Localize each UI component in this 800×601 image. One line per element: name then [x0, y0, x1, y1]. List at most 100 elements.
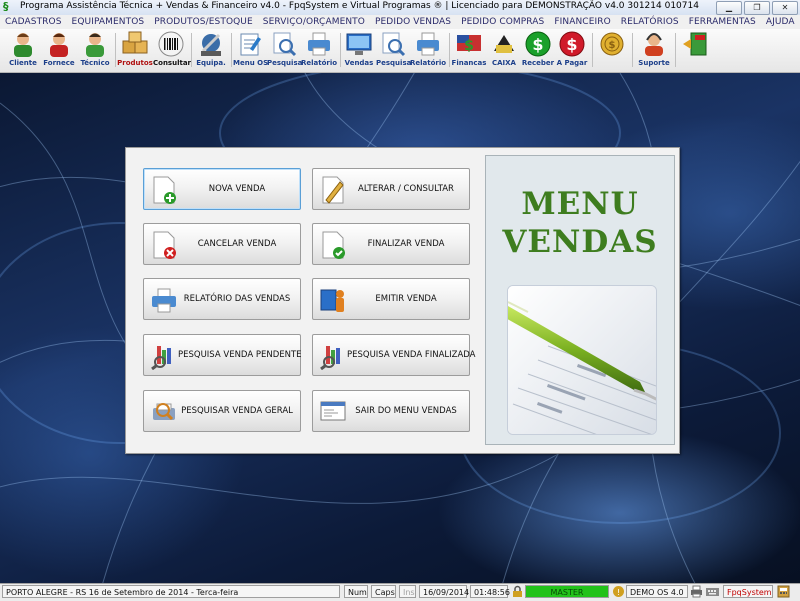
toolbar-financas-button[interactable]: $ Financas: [451, 31, 487, 70]
menu-pedido-vendas[interactable]: PEDIDO VENDAS: [370, 15, 456, 29]
exit-icon: [681, 31, 709, 57]
pesquisa-venda-finalizada-button[interactable]: PESQUISA VENDA FINALIZADA: [312, 334, 476, 376]
menu-financeiro[interactable]: FINANCEIRO: [549, 15, 615, 29]
toolbar-consultar-button[interactable]: Consultar: [153, 31, 192, 70]
menu-servico-orcamento[interactable]: SERVIÇO/ORÇAMENTO: [258, 15, 370, 29]
pesquisa-venda-pendente-button[interactable]: PESQUISA VENDA PENDENTE: [143, 334, 302, 376]
toolbar-label: Produtos: [117, 59, 153, 67]
menu-ferramentas[interactable]: FERRAMENTAS: [684, 15, 761, 29]
barcode-icon: [157, 31, 185, 57]
toolbar-produtos-button[interactable]: Produtos: [117, 31, 153, 70]
toolbar-label: Suporte: [638, 59, 670, 67]
magnifier-document-icon: [379, 31, 407, 57]
svg-text:$: $: [609, 40, 616, 51]
button-label: SAIR DO MENU VENDAS: [355, 406, 457, 416]
edit-document-icon: [320, 176, 346, 204]
info-icon: !: [612, 585, 625, 598]
finalizar-venda-button[interactable]: FINALIZAR VENDA: [312, 223, 470, 265]
button-label: PESQUISAR VENDA GERAL: [181, 406, 293, 416]
cancel-document-icon: [151, 231, 177, 259]
minimize-button[interactable]: ▁: [716, 1, 742, 15]
calculator-icon[interactable]: [777, 585, 790, 598]
toolbar-separator: [632, 33, 633, 67]
status-insert: Ins: [399, 585, 416, 598]
toolbar-relatorio-os-button[interactable]: Relatório: [301, 31, 337, 70]
alterar-consultar-button[interactable]: ALTERAR / CONSULTAR: [312, 168, 470, 210]
toolbar-exit-button[interactable]: [678, 31, 712, 70]
menu-produtos-estoque[interactable]: PRODUTOS/ESTOQUE: [149, 15, 258, 29]
toolbar-tecnico-button[interactable]: Técnico: [77, 31, 113, 70]
check-document-icon: [320, 231, 346, 259]
toolbar-label: Relatório: [301, 59, 338, 67]
printer-icon: [305, 31, 333, 57]
menu-equipamentos[interactable]: EQUIPAMENTOS: [67, 15, 150, 29]
toolbar-fornece-button[interactable]: Fornece: [41, 31, 77, 70]
menu-bar: CADASTROS EQUIPAMENTOS PRODUTOS/ESTOQUE …: [0, 15, 800, 30]
equipment-icon: [197, 31, 225, 57]
toolbar-menu-os-button[interactable]: Menu OS: [233, 31, 269, 70]
toolbar-label: CAIXA: [492, 59, 516, 67]
toolbar-separator: [592, 33, 593, 67]
status-caps-lock: Caps: [371, 585, 396, 598]
window-controls: ▁ ❐ ✕: [716, 1, 798, 15]
menu-ajuda[interactable]: AJUDA: [761, 15, 800, 29]
toolbar-pesquisa-vendas-button[interactable]: Pesquisa: [376, 31, 411, 70]
toolbar-cliente-button[interactable]: Cliente: [5, 31, 41, 70]
status-bar: PORTO ALEGRE - RS 16 de Setembro de 2014…: [0, 583, 800, 601]
toolbar-label: Consultar: [153, 59, 192, 67]
sales-menu-panel: NOVA VENDA ALTERAR / CONSULTAR CANCELAR …: [125, 147, 680, 454]
status-date: 16/09/2014: [419, 585, 469, 598]
toolbar-relatorio-vendas-button[interactable]: Relatório: [410, 31, 446, 70]
button-label: NOVA VENDA: [208, 184, 266, 194]
toolbar-label: Pesquisa: [267, 59, 303, 67]
magnifier-document-icon: [270, 31, 298, 57]
monitor-icon: [345, 31, 373, 57]
menu-cadastros[interactable]: CADASTROS: [0, 15, 67, 29]
toolbar-receber-button[interactable]: $ Receber: [521, 31, 555, 70]
cancelar-venda-button[interactable]: CANCELAR VENDA: [143, 223, 301, 265]
button-label: EMITIR VENDA: [375, 294, 437, 304]
toolbar-a-pagar-button[interactable]: $ A Pagar: [555, 31, 589, 70]
toolbar-separator: [231, 33, 232, 67]
restore-button[interactable]: ❐: [744, 1, 770, 15]
menu-relatorios[interactable]: RELATÓRIOS: [616, 15, 684, 29]
button-label: FINALIZAR VENDA: [367, 239, 445, 249]
toolbar-separator: [191, 33, 192, 67]
cash-box-icon: [490, 31, 518, 57]
search-finished-icon: [320, 342, 346, 371]
sair-menu-vendas-button[interactable]: SAIR DO MENU VENDAS: [312, 390, 470, 432]
button-label: PESQUISA VENDA FINALIZADA: [347, 350, 476, 360]
green-dollar-icon: $: [524, 31, 552, 57]
toolbar-caixa-button[interactable]: CAIXA: [487, 31, 521, 70]
close-button[interactable]: ✕: [772, 1, 798, 15]
svg-text:$: $: [532, 35, 543, 54]
toolbar-equipamento-button[interactable]: Equipa.: [193, 31, 229, 70]
toolbar-label: Menu OS: [233, 59, 269, 67]
toolbar-label: Equipa.: [196, 59, 226, 67]
toolbar-vendas-button[interactable]: Vendas: [342, 31, 376, 70]
coin-icon: $: [598, 31, 626, 57]
button-label: RELATÓRIO DAS VENDAS: [183, 294, 291, 304]
status-location-date: PORTO ALEGRE - RS 16 de Setembro de 2014…: [2, 585, 340, 598]
supplier-person-icon: [45, 31, 73, 57]
relatorio-vendas-button[interactable]: RELATÓRIO DAS VENDAS: [143, 278, 301, 320]
title-bar: § Programa Assistência Técnica + Vendas …: [0, 0, 800, 16]
button-label: ALTERAR / CONSULTAR: [358, 184, 454, 194]
toolbar-suporte-button[interactable]: Suporte: [635, 31, 673, 70]
emitir-venda-button[interactable]: EMITIR VENDA: [312, 278, 470, 320]
keyboard-icon[interactable]: [706, 585, 719, 598]
search-general-icon: [151, 398, 177, 426]
printer-icon[interactable]: [690, 585, 703, 598]
toolbar-separator: [340, 33, 341, 67]
nova-venda-button[interactable]: NOVA VENDA: [143, 168, 301, 210]
technician-person-icon: [81, 31, 109, 57]
toolbar-coin-button[interactable]: $: [595, 31, 629, 70]
menu-pedido-compras[interactable]: PEDIDO COMPRAS: [456, 15, 549, 29]
svg-text:$: $: [464, 38, 474, 54]
pesquisar-venda-geral-button[interactable]: PESQUISAR VENDA GERAL: [143, 390, 301, 432]
toolbar-label: Fornece: [43, 59, 75, 67]
status-num-lock: Num: [344, 585, 368, 598]
toolbar-pesquisa-os-button[interactable]: Pesquisa: [267, 31, 303, 70]
toolbar-label: A Pagar: [556, 59, 588, 67]
status-time: 01:48:56: [470, 585, 510, 598]
